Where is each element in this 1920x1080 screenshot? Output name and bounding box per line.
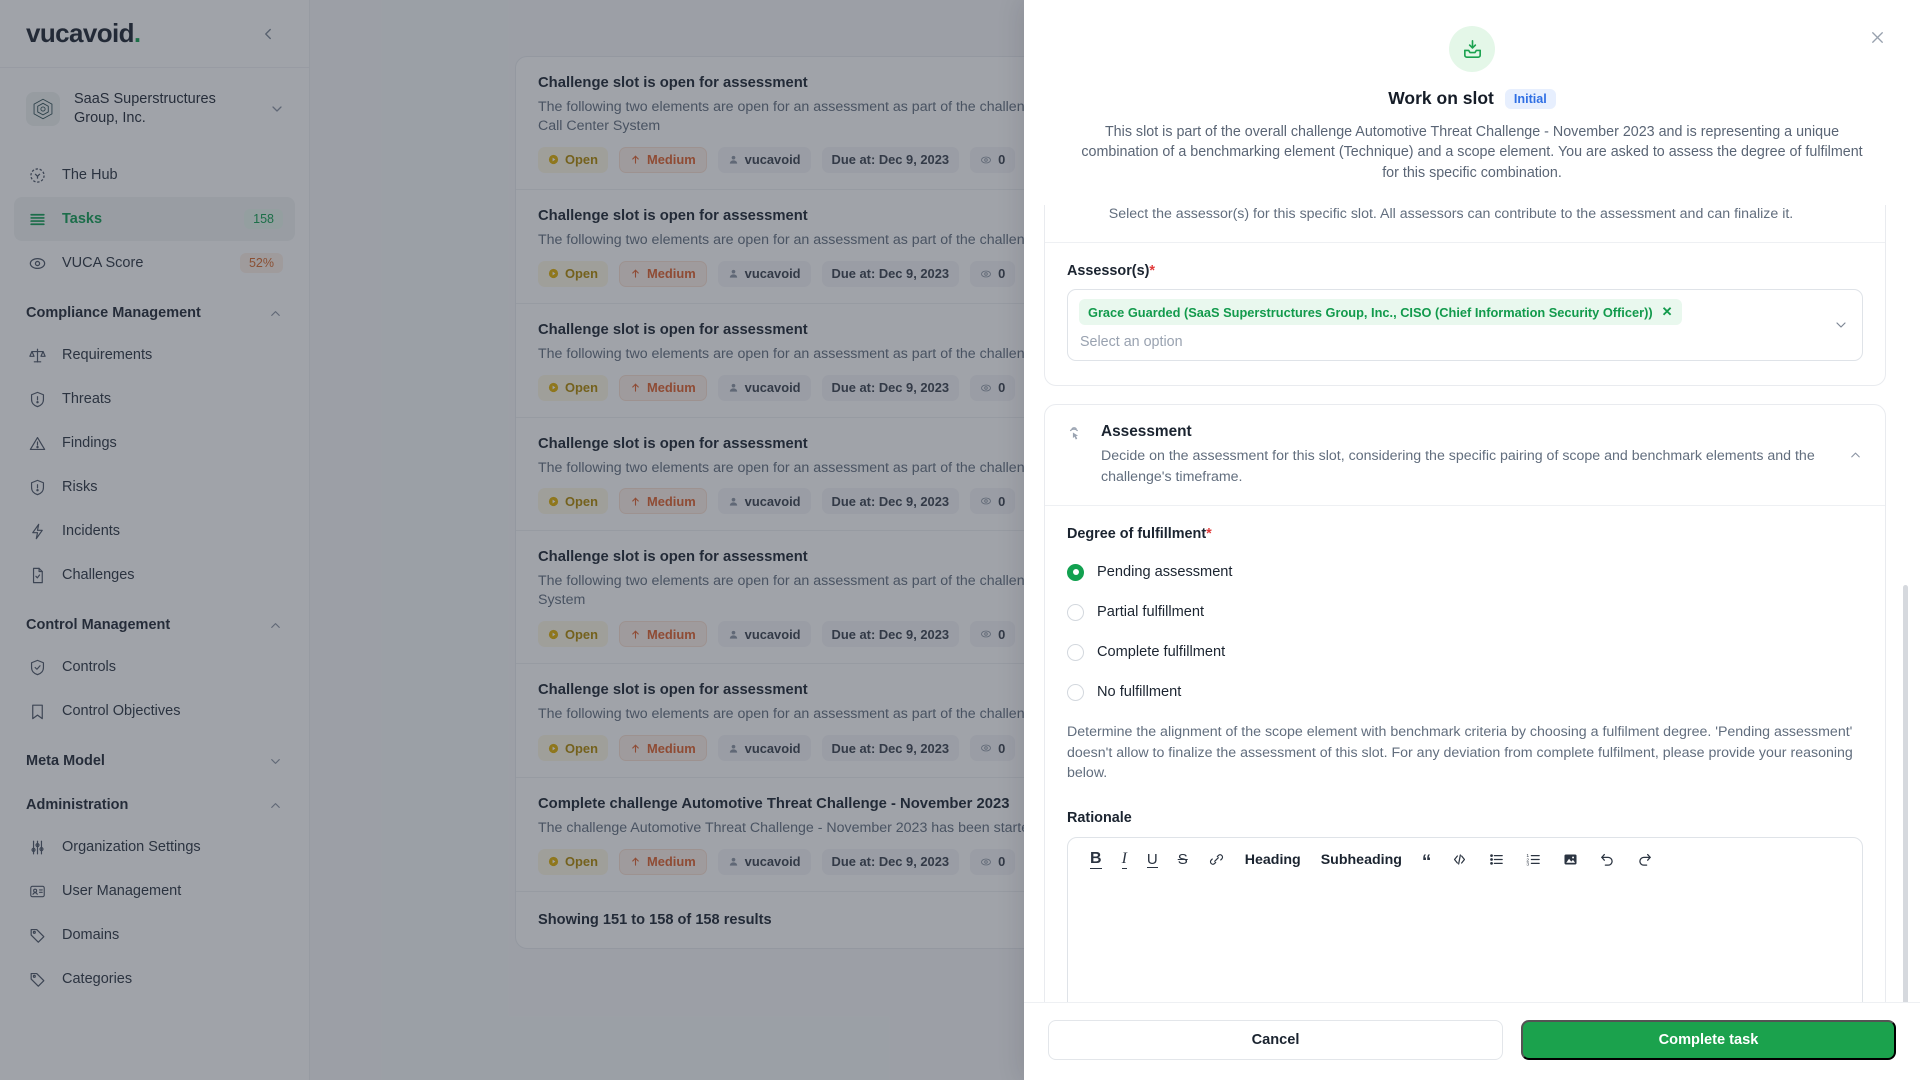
link-icon[interactable] <box>1208 851 1225 868</box>
degree-label-text: Degree of fulfillment <box>1067 526 1207 543</box>
rationale-textarea[interactable] <box>1068 882 1862 1002</box>
radio-partial-fulfillment[interactable]: Partial fulfillment <box>1067 592 1863 632</box>
assessment-card-body: Degree of fulfillment* Pending assessmen… <box>1045 506 1885 1002</box>
rationale-editor[interactable]: B I U S Heading Subheading “ 1 2 3 <box>1067 836 1863 1002</box>
assessor-input[interactable]: Select an option <box>1079 331 1822 354</box>
drawer-scroll-inner: Select the assessor(s) for this specific… <box>1044 204 1886 1002</box>
complete-task-button[interactable]: Complete task <box>1521 1020 1896 1060</box>
rationale-label: Rationale <box>1067 809 1132 826</box>
assessment-section-description: Decide on the assessment for this slot, … <box>1101 448 1815 485</box>
svg-text:3: 3 <box>1527 862 1530 868</box>
radio-label: Partial fulfillment <box>1097 604 1205 621</box>
assessor-token: Grace Guarded (SaaS Superstructures Grou… <box>1079 299 1682 326</box>
underline-icon[interactable]: U <box>1146 851 1158 869</box>
undo-icon[interactable] <box>1599 851 1616 868</box>
close-small-icon[interactable]: ✕ <box>1662 304 1673 320</box>
assessor-multiselect[interactable]: Grace Guarded (SaaS Superstructures Grou… <box>1067 289 1863 362</box>
assessor-card-body: Assessor(s)* Grace Guarded (SaaS Superst… <box>1045 243 1885 385</box>
bold-icon[interactable]: B <box>1090 850 1102 869</box>
radio-label: No fulfillment <box>1097 684 1182 701</box>
assessor-section-description: Select the assessor(s) for this specific… <box>1108 205 1794 222</box>
assessor-token-label: Grace Guarded (SaaS Superstructures Grou… <box>1088 304 1653 320</box>
radio-label: Pending assessment <box>1097 564 1233 581</box>
radio-complete-fulfillment[interactable]: Complete fulfillment <box>1067 632 1863 672</box>
rationale-toolbar: B I U S Heading Subheading “ 1 2 3 <box>1068 838 1862 882</box>
radio-button[interactable] <box>1067 563 1084 581</box>
drawer-scroll-body: Select the assessor(s) for this specific… <box>1024 204 1920 1002</box>
required-marker: * <box>1206 526 1212 543</box>
italic-icon[interactable]: I <box>1121 850 1127 869</box>
assessment-card: Assessment Decide on the assessment for … <box>1044 404 1886 1002</box>
work-on-slot-drawer: Work on slot Initial This slot is part o… <box>1024 0 1920 1080</box>
radio-label: Complete fulfillment <box>1097 644 1226 661</box>
degree-of-fulfillment-label: Degree of fulfillment* <box>1067 526 1863 542</box>
radio-button[interactable] <box>1067 603 1084 621</box>
drawer-header: Work on slot Initial This slot is part o… <box>1024 0 1920 205</box>
drawer-subtitle: This slot is part of the overall challen… <box>1081 124 1863 181</box>
chevron-down-icon[interactable] <box>1833 317 1849 333</box>
blockquote-icon[interactable]: “ <box>1422 852 1432 871</box>
assessor-card-header: Select the assessor(s) for this specific… <box>1045 205 1885 244</box>
cancel-button[interactable]: Cancel <box>1048 1020 1503 1060</box>
radio-button[interactable] <box>1067 683 1084 701</box>
bullet-list-icon[interactable] <box>1488 851 1505 868</box>
strikethrough-icon[interactable]: S <box>1178 851 1188 868</box>
assessment-card-header: Assessment Decide on the assessment for … <box>1045 405 1885 507</box>
assessor-card: Select the assessor(s) for this specific… <box>1044 204 1886 387</box>
drawer-title-row: Work on slot Initial <box>1078 88 1866 109</box>
radio-button[interactable] <box>1067 643 1084 661</box>
code-block-icon[interactable] <box>1451 851 1468 868</box>
required-marker: * <box>1149 263 1155 280</box>
degree-help-text: Determine the alignment of the scope ele… <box>1067 724 1853 782</box>
close-icon[interactable] <box>1862 22 1892 52</box>
cursor-click-icon <box>1065 423 1087 487</box>
assessor-field-label: Assessor(s)* <box>1067 263 1863 279</box>
radio-no-fulfillment[interactable]: No fulfillment <box>1067 672 1863 712</box>
assessor-label-text: Assessor(s) <box>1067 263 1150 280</box>
drawer-footer: Cancel Complete task <box>1024 1002 1920 1080</box>
status-badge: Initial <box>1504 88 1556 109</box>
drawer-scrollbar[interactable] <box>1903 584 1908 1002</box>
users-icon <box>1065 205 1087 224</box>
subheading-button[interactable]: Subheading <box>1321 852 1402 868</box>
page-title: Work on slot <box>1388 88 1494 108</box>
radio-pending-assessment[interactable]: Pending assessment <box>1067 552 1863 592</box>
inbox-download-icon <box>1449 26 1495 72</box>
chevron-up-icon[interactable] <box>1848 448 1863 463</box>
redo-icon[interactable] <box>1636 851 1653 868</box>
image-icon[interactable] <box>1562 851 1579 868</box>
assessment-section-title: Assessment <box>1101 423 1192 441</box>
heading-button[interactable]: Heading <box>1245 852 1301 868</box>
ordered-list-icon[interactable]: 123 <box>1525 851 1542 868</box>
